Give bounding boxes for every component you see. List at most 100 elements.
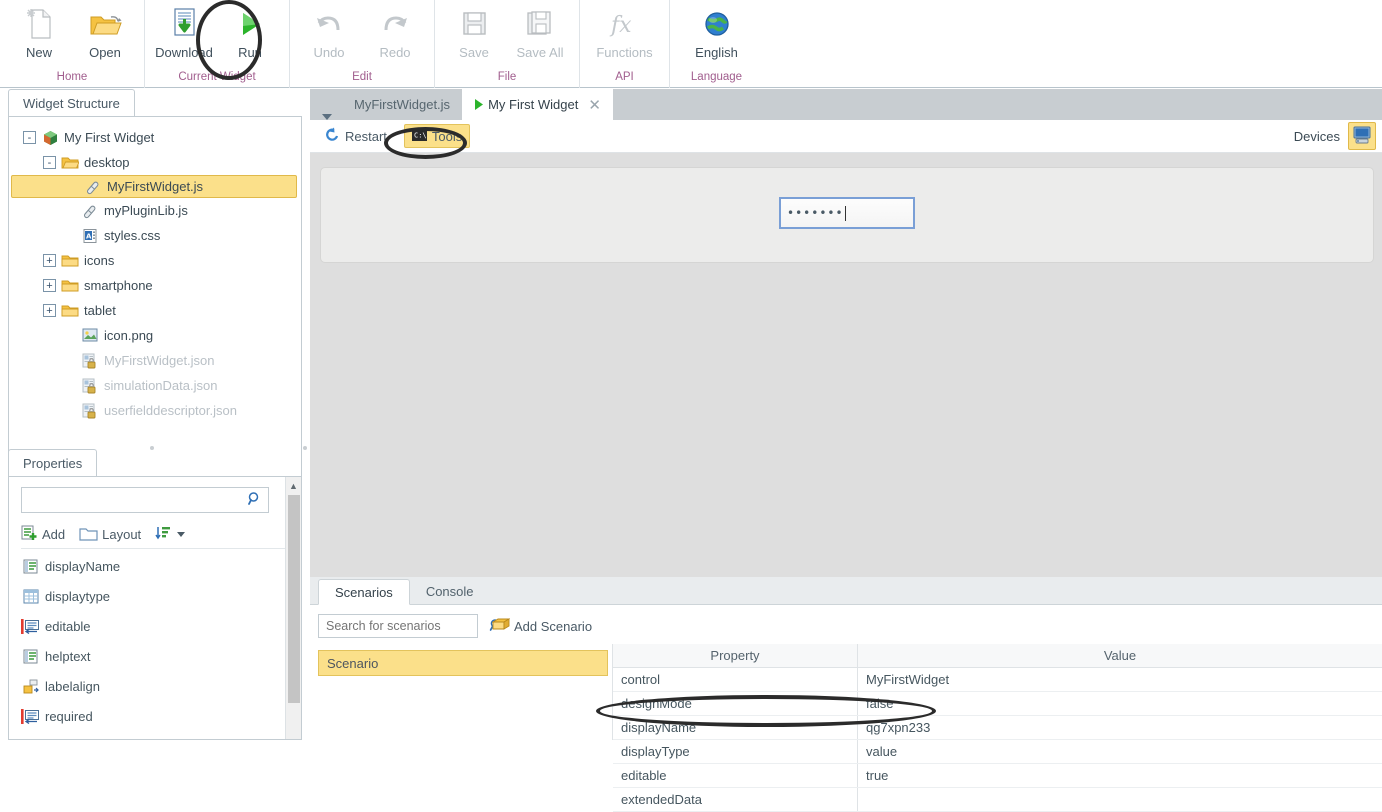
scenario-search-input[interactable] — [324, 618, 489, 634]
property-item-label: helptext — [45, 648, 91, 664]
redo-icon — [378, 6, 412, 42]
tree-item-styles-css[interactable]: Astyles.css — [9, 223, 301, 248]
tree-expander[interactable]: + — [43, 304, 56, 317]
scenario-search-box[interactable] — [318, 614, 500, 638]
functions-button[interactable]: fx Functions — [586, 0, 664, 70]
add-scenario-icon — [491, 617, 511, 635]
sort-button[interactable] — [155, 525, 186, 544]
sort-icon — [155, 525, 173, 544]
open-button[interactable]: Open — [72, 0, 138, 70]
property-item-helptext[interactable]: helptext — [21, 641, 291, 671]
table-cell-value: qg7xpn233 — [866, 720, 931, 735]
tab-scenarios[interactable]: Scenarios — [318, 579, 410, 605]
save-all-button[interactable]: Save All — [507, 0, 573, 70]
scroll-up-icon[interactable]: ▲ — [286, 477, 301, 494]
tree-item-label: icons — [84, 253, 115, 268]
tree-item-userfielddescriptor-json[interactable]: userfielddescriptor.json — [9, 398, 301, 423]
devices-control: Devices — [1294, 122, 1382, 150]
add-property-button[interactable]: Add — [21, 525, 65, 544]
tree-item-tablet[interactable]: + tablet — [9, 298, 301, 323]
table-row[interactable]: designMode false — [613, 692, 1382, 716]
tree-expander[interactable]: - — [43, 156, 56, 169]
tab-myfirstwidget-js[interactable]: MyFirstWidget.js — [342, 89, 462, 120]
chevron-down-icon — [177, 532, 186, 537]
open-folder-icon — [88, 6, 122, 42]
table-cell-value: true — [866, 768, 889, 783]
properties-search-input[interactable] — [28, 491, 247, 509]
add-scenario-label: Add Scenario — [514, 618, 593, 634]
tree-item-icons[interactable]: + icons — [9, 248, 301, 273]
tree-item-smartphone[interactable]: + smartphone — [9, 273, 301, 298]
ribbon-group-label-language: Language — [690, 71, 743, 83]
table-cell-value: false — [866, 696, 894, 711]
save-button[interactable]: Save — [441, 0, 507, 70]
property-item-editable[interactable]: editable — [21, 611, 291, 641]
properties-search-box[interactable] — [21, 487, 269, 513]
property-item-labelalign[interactable]: labelalign — [21, 671, 291, 701]
ribbon-group-label-api: API — [615, 71, 634, 83]
tab-properties[interactable]: Properties — [8, 449, 98, 476]
tree-expander[interactable]: + — [43, 279, 56, 292]
scrollbar-thumb[interactable] — [288, 495, 300, 703]
undo-button[interactable]: Undo — [296, 0, 362, 70]
scenario-item[interactable]: Scenario — [318, 650, 608, 676]
password-masked-value: ••••••• — [787, 206, 844, 220]
tools-button[interactable]: C:\ Tools — [403, 124, 471, 148]
tree-item-label: desktop — [84, 155, 130, 170]
layout-folder-icon — [79, 526, 98, 544]
table-row[interactable]: control MyFirstWidget — [613, 668, 1382, 692]
tree-item-mypluginlib-js[interactable]: myPluginLib.js — [9, 198, 301, 223]
password-input[interactable]: ••••••• — [779, 197, 915, 229]
redo-button[interactable]: Redo — [362, 0, 428, 70]
locked-json-icon — [81, 353, 99, 369]
property-item-displayname[interactable]: displayName — [21, 551, 291, 581]
ribbon-group-edit: Undo Redo Edit — [289, 0, 434, 88]
restart-button[interactable]: Restart — [318, 124, 394, 148]
download-button[interactable]: Download — [151, 0, 217, 70]
table-cell-property: editable — [613, 764, 858, 787]
new-button[interactable]: New — [6, 0, 72, 70]
tree-expander[interactable]: - — [23, 131, 36, 144]
table-cell-property: control — [613, 668, 858, 691]
ribbon-group-current-widget: Download Run Current Widget — [144, 0, 289, 88]
table-row[interactable]: displayType value — [613, 740, 1382, 764]
tab-my-first-widget-label: My First Widget — [488, 97, 579, 112]
text-caret — [844, 205, 846, 221]
column-header-property: Property — [613, 644, 858, 667]
svg-text:A: A — [86, 232, 92, 240]
scenario-property-table: Property Value control MyFirstWidget desig… — [612, 644, 1382, 812]
property-item-label: required — [45, 708, 93, 724]
add-scenario-button[interactable]: Add Scenario — [491, 617, 593, 635]
property-item-label: editable — [45, 618, 91, 634]
widget-structure-tabstrip: Widget Structure — [0, 89, 310, 116]
tab-console[interactable]: Console — [410, 578, 490, 604]
download-icon — [169, 6, 199, 42]
tree-item-myfirstwidget-js[interactable]: MyFirstWidget.js — [11, 175, 297, 198]
desktop-monitor-icon — [1352, 126, 1372, 147]
close-icon[interactable]: ✕ — [588, 96, 601, 114]
tree-item-icon-png[interactable]: icon.png — [9, 323, 301, 348]
tree-item-desktop[interactable]: - desktop — [9, 150, 301, 175]
tree-item-simulationdata-json[interactable]: simulationData.json — [9, 373, 301, 398]
tree-expander[interactable]: + — [43, 254, 56, 267]
table-row[interactable]: extendedData — [613, 788, 1382, 812]
table-cell-property: displayName — [613, 716, 858, 739]
property-item-displaytype[interactable]: displaytype — [21, 581, 291, 611]
desktop-device-button[interactable] — [1348, 122, 1376, 150]
table-row[interactable]: displayName qg7xpn233 — [613, 716, 1382, 740]
locked-json-icon — [81, 378, 99, 394]
js-file-icon — [84, 179, 102, 195]
tab-my-first-widget[interactable]: My First Widget ✕ — [462, 89, 613, 120]
table-row[interactable]: editable true — [613, 764, 1382, 788]
language-button[interactable]: English — [676, 0, 758, 70]
tree-item-label: icon.png — [104, 328, 154, 343]
tree-item-myfirstwidget-json[interactable]: MyFirstWidget.json — [9, 348, 301, 373]
tree-item-my-first-widget[interactable]: - My First Widget — [9, 125, 301, 150]
property-item-required[interactable]: required — [21, 701, 291, 731]
tab-myfirstwidget-js-label: MyFirstWidget.js — [354, 97, 451, 112]
layout-button[interactable]: Layout — [79, 526, 141, 544]
properties-scrollbar[interactable]: ▲ — [285, 477, 301, 739]
bottom-dock: Scenarios Console Search for scenarios A… — [310, 577, 1382, 812]
run-button[interactable]: Run — [217, 0, 283, 70]
tab-widget-structure[interactable]: Widget Structure — [8, 89, 135, 116]
